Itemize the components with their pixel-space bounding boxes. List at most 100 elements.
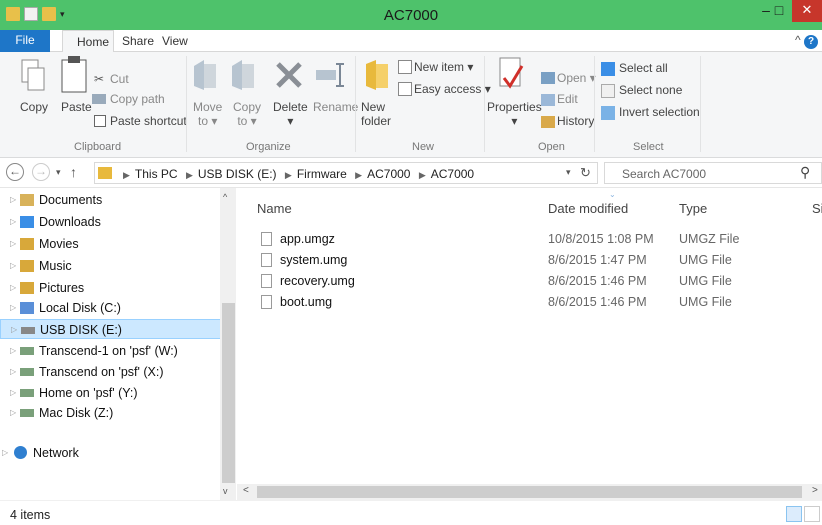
file-row[interactable]: system.umg 8/6/2015 1:47 PM UMG File <box>237 251 822 271</box>
horizontal-scrollbar[interactable]: < > <box>237 484 822 500</box>
breadcrumb-item[interactable]: Firmware <box>297 167 347 181</box>
address-dropdown-icon[interactable]: ▾ <box>566 167 571 178</box>
column-header-type[interactable]: Type <box>679 201 707 216</box>
nav-scrollbar[interactable]: ^ v <box>220 188 236 500</box>
nav-item-label: Transcend on 'psf' (X:) <box>39 365 164 379</box>
properties-icon[interactable] <box>496 56 526 94</box>
nav-item-mac-disk[interactable]: ▷ Mac Disk (Z:) <box>0 403 220 423</box>
nav-item-pictures[interactable]: ▷ Pictures <box>0 278 220 298</box>
nav-item-movies[interactable]: ▷ Movies <box>0 234 220 254</box>
copy-button[interactable]: Copy <box>20 100 48 114</box>
expand-arrow-icon[interactable]: ▷ <box>10 278 16 298</box>
paste-shortcut-button[interactable]: Paste shortcut <box>110 114 187 128</box>
refresh-icon[interactable]: ↻ <box>580 165 591 181</box>
delete-icon[interactable] <box>274 60 304 90</box>
nav-item-music[interactable]: ▷ Music <box>0 256 220 276</box>
scroll-right-icon[interactable]: > <box>812 485 818 496</box>
invert-selection-button[interactable]: Invert selection <box>619 105 700 119</box>
nav-item-transcend-1[interactable]: ▷ Transcend-1 on 'psf' (W:) <box>0 341 220 361</box>
file-row[interactable]: boot.umg 8/6/2015 1:46 PM UMG File <box>237 293 822 313</box>
history-button[interactable]: History <box>557 114 594 128</box>
nav-item-usb-disk[interactable]: ▷ USB DISK (E:) <box>0 319 232 339</box>
properties-button[interactable]: Properties ▾ <box>487 100 542 128</box>
column-header-date[interactable]: Date modified <box>548 201 628 216</box>
details-view-icon[interactable] <box>786 506 802 522</box>
rename-button[interactable]: Rename <box>313 100 358 114</box>
scroll-up-icon[interactable]: ^ <box>223 192 227 202</box>
expand-arrow-icon[interactable]: ▷ <box>10 341 16 361</box>
nav-item-documents[interactable]: ▷ Documents <box>0 190 220 210</box>
help-icon[interactable]: ? <box>804 35 818 49</box>
column-header-size[interactable]: Si <box>812 201 822 216</box>
collapse-ribbon-icon[interactable]: ^ <box>795 33 801 47</box>
select-none-button[interactable]: Select none <box>619 83 682 97</box>
copy-icon[interactable] <box>20 58 46 94</box>
maximize-button[interactable]: □ <box>765 0 793 22</box>
rename-icon[interactable] <box>314 62 346 88</box>
forward-button[interactable]: → <box>32 163 50 181</box>
paste-icon[interactable] <box>60 54 88 94</box>
up-button[interactable]: ↑ <box>70 164 77 180</box>
breadcrumb[interactable]: ▶ This PC ▶ USB DISK (E:) ▶ Firmware ▶ AC700… <box>118 167 474 181</box>
large-icons-view-icon[interactable] <box>804 506 820 522</box>
column-header-name[interactable]: Name <box>257 201 292 216</box>
nav-item-label: Mac Disk (Z:) <box>39 406 114 420</box>
expand-arrow-icon[interactable]: ▷ <box>10 256 16 276</box>
tab-home[interactable]: Home <box>62 30 114 53</box>
new-folder-button[interactable]: New folder <box>361 100 391 128</box>
expand-arrow-icon[interactable]: ▷ <box>10 298 16 318</box>
expand-arrow-icon[interactable]: ▷ <box>10 212 16 232</box>
expand-arrow-icon[interactable]: ▷ <box>10 362 16 382</box>
breadcrumb-item[interactable]: USB DISK (E:) <box>198 167 277 181</box>
scroll-down-icon[interactable]: v <box>223 486 228 496</box>
back-button[interactable]: ← <box>6 163 24 181</box>
new-folder-icon[interactable] <box>362 58 390 92</box>
nav-item-network[interactable]: ▷ Network <box>0 443 220 463</box>
breadcrumb-item[interactable]: AC7000 <box>367 167 410 181</box>
ribbon-controls: ^ ? <box>795 33 818 49</box>
cut-button[interactable]: Cut <box>110 72 129 86</box>
expand-arrow-icon[interactable]: ▷ <box>10 403 16 423</box>
scroll-left-icon[interactable]: < <box>243 485 249 496</box>
delete-button[interactable]: Delete ▾ <box>273 100 308 128</box>
nav-item-transcend[interactable]: ▷ Transcend on 'psf' (X:) <box>0 362 220 382</box>
tab-view[interactable]: View <box>162 30 188 52</box>
scrollbar-thumb[interactable] <box>257 486 802 498</box>
copy-to-icon[interactable] <box>230 56 258 94</box>
file-row[interactable]: app.umgz 10/8/2015 1:08 PM UMGZ File <box>237 230 822 250</box>
paste-button[interactable]: Paste <box>61 100 92 114</box>
nav-item-local-disk[interactable]: ▷ Local Disk (C:) <box>0 298 220 318</box>
expand-arrow-icon[interactable]: ▷ <box>11 320 17 340</box>
edit-icon <box>541 94 555 106</box>
open-button[interactable]: Open ▾ <box>557 71 596 85</box>
expand-arrow-icon[interactable]: ▷ <box>2 443 8 463</box>
close-button[interactable]: ✕ <box>792 0 822 22</box>
ribbon-tabs: File Home Share View ^ ? <box>0 30 822 53</box>
move-to-button[interactable]: Move to ▾ <box>193 100 222 128</box>
expand-arrow-icon[interactable]: ▷ <box>10 383 16 403</box>
tab-file[interactable]: File <box>0 30 50 52</box>
ribbon-separator <box>700 56 701 152</box>
move-label: Move <box>193 100 223 114</box>
breadcrumb-item[interactable]: AC7000 <box>431 167 474 181</box>
new-item-button[interactable]: New item ▾ <box>414 60 473 74</box>
nav-item-home-psf[interactable]: ▷ Home on 'psf' (Y:) <box>0 383 220 403</box>
recent-locations-button[interactable]: ▾ <box>56 167 61 178</box>
expand-arrow-icon[interactable]: ▷ <box>10 190 16 210</box>
file-date: 8/6/2015 1:47 PM <box>548 253 647 267</box>
tab-share[interactable]: Share <box>122 30 154 52</box>
move-to-icon[interactable] <box>192 56 220 94</box>
paste-shortcut-icon <box>94 115 106 127</box>
breadcrumb-item[interactable]: This PC <box>135 167 178 181</box>
nav-item-downloads[interactable]: ▷ Downloads <box>0 212 220 232</box>
expand-arrow-icon[interactable]: ▷ <box>10 234 16 254</box>
edit-button[interactable]: Edit <box>557 92 578 106</box>
easy-access-button[interactable]: Easy access ▾ <box>414 82 491 96</box>
file-row[interactable]: recovery.umg 8/6/2015 1:46 PM UMG File <box>237 272 822 292</box>
copy-path-button[interactable]: Copy path <box>110 92 165 106</box>
copy-to-button[interactable]: Copy to ▾ <box>233 100 261 128</box>
scrollbar-thumb[interactable] <box>222 303 235 483</box>
nav-item-label: Pictures <box>39 281 85 295</box>
select-all-button[interactable]: Select all <box>619 61 668 75</box>
search-icon[interactable]: ⚲ <box>800 164 810 181</box>
